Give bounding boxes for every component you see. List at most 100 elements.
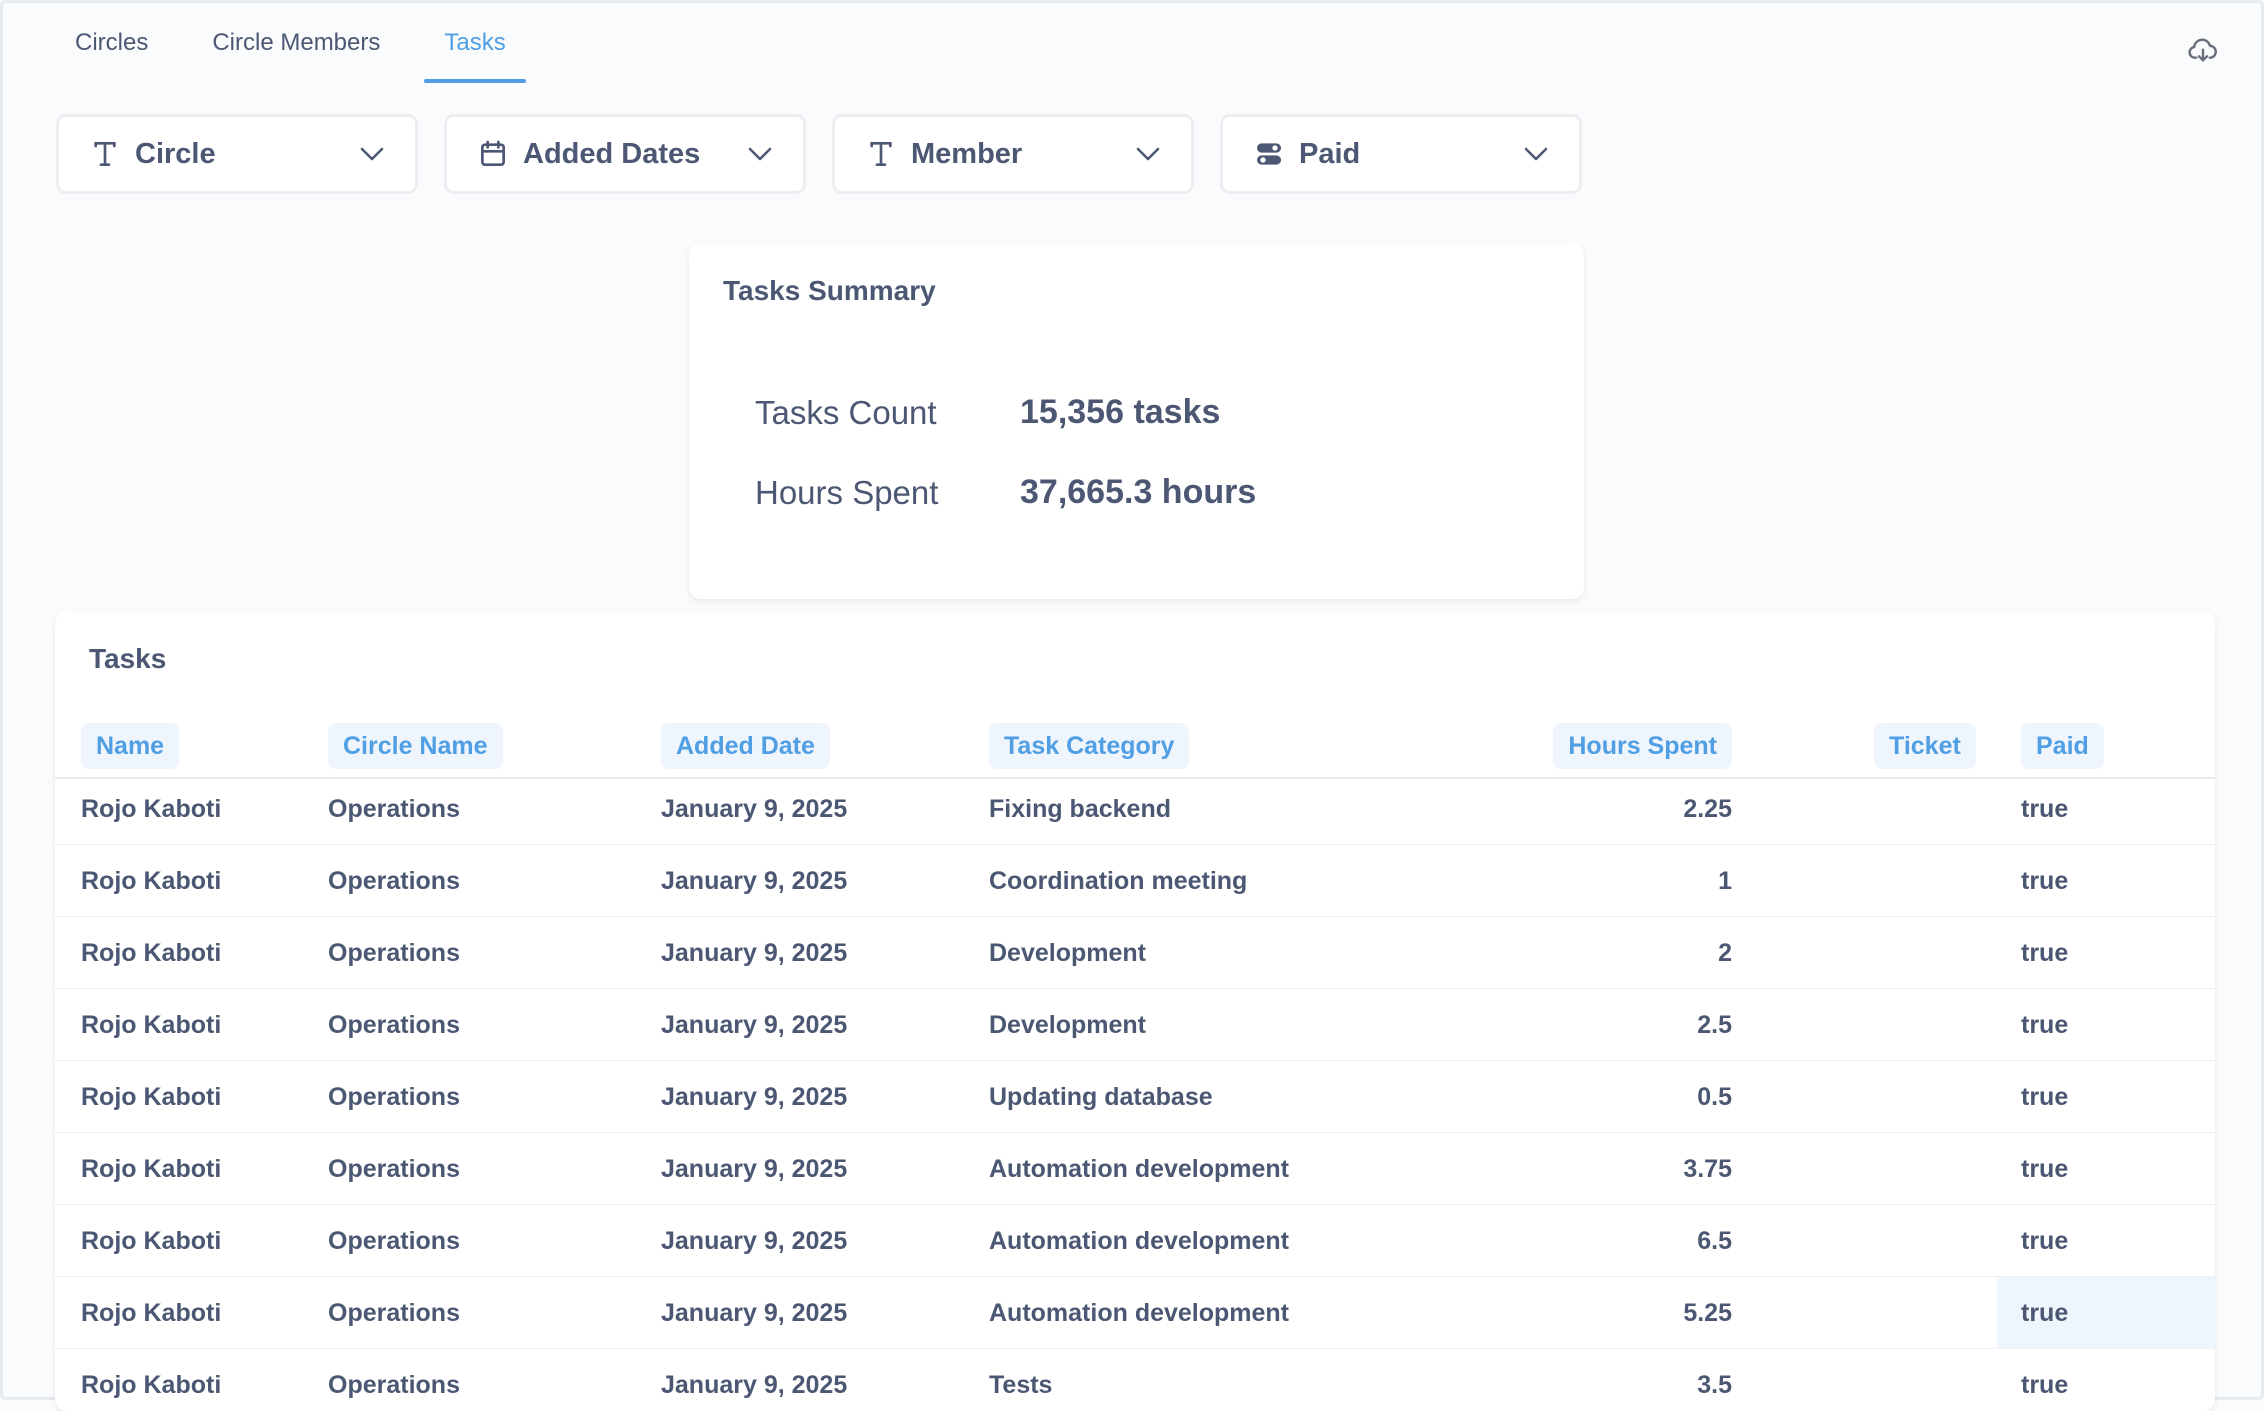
cell-added-date: January 9, 2025: [661, 1010, 848, 1039]
text-type-icon: [89, 138, 121, 170]
summary-title: Tasks Summary: [723, 275, 936, 306]
column-header-circle-name[interactable]: Circle Name: [328, 723, 503, 769]
table-title: Tasks: [89, 643, 167, 674]
cell-task-category: Automation development: [989, 1154, 1290, 1183]
summary-label: Tasks Count: [755, 393, 937, 431]
chevron-down-icon: [1133, 139, 1163, 169]
cell-hours-spent: 3.75: [1683, 1154, 1732, 1183]
filter-member-label: Member: [911, 137, 1023, 170]
tab-bar: Circles Circle Members Tasks: [55, 3, 550, 83]
cell-task-category: Automation development: [989, 1226, 1290, 1255]
cell-added-date: January 9, 2025: [661, 1370, 848, 1399]
cell-paid: true: [2021, 1370, 2069, 1399]
cell-hours-spent: 2.5: [1697, 1010, 1732, 1039]
column-header-hours-spent[interactable]: Hours Spent: [1553, 723, 1732, 769]
cell-name: Rojo Kaboti: [81, 794, 222, 823]
cell-added-date: January 9, 2025: [661, 938, 848, 967]
dashboard-frame: Circles Circle Members Tasks Circle Adde…: [0, 0, 2264, 1411]
tasks-table-card: Tasks Name Circle Name Added Date Task Cate…: [55, 611, 2215, 1411]
chevron-down-icon: [1521, 139, 1551, 169]
cell-circle-name: Operations: [328, 1154, 460, 1183]
cell-task-category: Development: [989, 938, 1146, 967]
cell-circle-name: Operations: [328, 1298, 460, 1327]
cell-paid: true: [2021, 1226, 2069, 1255]
cell-task-category: Automation development: [989, 1298, 1290, 1327]
column-header-paid[interactable]: Paid: [2021, 723, 2104, 769]
cell-hours-spent: 3.5: [1697, 1370, 1732, 1399]
filter-added-dates-label: Added Dates: [523, 137, 701, 170]
cell-paid: true: [2021, 1154, 2069, 1183]
text-type-icon: [865, 138, 897, 170]
summary-label: Hours Spent: [755, 473, 939, 511]
cell-task-category: Fixing backend: [989, 794, 1171, 823]
cell-added-date: January 9, 2025: [661, 1298, 848, 1327]
filter-member[interactable]: Member: [832, 114, 1194, 194]
cell-hours-spent: 2: [1718, 938, 1732, 967]
tab-tasks[interactable]: Tasks: [424, 3, 527, 83]
cell-task-category: Coordination meeting: [989, 866, 1248, 895]
column-header-task-category[interactable]: Task Category: [989, 723, 1190, 769]
cell-name: Rojo Kaboti: [81, 1082, 222, 1111]
cell-paid: true: [1997, 1277, 2215, 1349]
cell-name: Rojo Kaboti: [81, 1298, 222, 1327]
toggle-icon: [1253, 138, 1285, 170]
cloud-download-icon[interactable]: [2187, 35, 2219, 67]
table-row[interactable]: Rojo Kaboti Operations January 9, 2025 Test…: [55, 1349, 2215, 1411]
cell-hours-spent: 2.25: [1683, 794, 1732, 823]
chevron-down-icon: [745, 139, 775, 169]
cell-paid: true: [2021, 938, 2069, 967]
cell-added-date: January 9, 2025: [661, 794, 848, 823]
cell-added-date: January 9, 2025: [661, 1154, 848, 1183]
table-row[interactable]: Rojo Kaboti Operations January 9, 2025 Coor…: [55, 845, 2215, 917]
cell-circle-name: Operations: [328, 1082, 460, 1111]
summary-value: 37,665.3 hours: [1020, 473, 1257, 511]
cell-circle-name: Operations: [328, 938, 460, 967]
cell-circle-name: Operations: [328, 794, 460, 823]
cell-added-date: January 9, 2025: [661, 1082, 848, 1111]
table-row[interactable]: Rojo Kaboti Operations January 9, 2025 Auto…: [55, 1205, 2215, 1277]
filter-paid[interactable]: Paid: [1220, 114, 1582, 194]
cell-paid: true: [2021, 794, 2069, 823]
cell-name: Rojo Kaboti: [81, 1370, 222, 1399]
cell-hours-spent: 6.5: [1697, 1226, 1732, 1255]
summary-value: 15,356 tasks: [1020, 393, 1221, 431]
cell-task-category: Tests: [989, 1370, 1053, 1399]
table-header: Name Circle Name Added Date Task Category Ho…: [55, 715, 2215, 779]
column-header-ticket[interactable]: Ticket: [1874, 723, 1976, 769]
cell-task-category: Updating database: [989, 1082, 1213, 1111]
cell-paid: true: [2021, 1082, 2069, 1111]
cell-name: Rojo Kaboti: [81, 1010, 222, 1039]
filter-paid-label: Paid: [1299, 137, 1361, 170]
chevron-down-icon: [357, 139, 387, 169]
table-row[interactable]: Rojo Kaboti Operations January 9, 2025 Auto…: [55, 1277, 2215, 1349]
filter-added-dates[interactable]: Added Dates: [444, 114, 806, 194]
column-header-name[interactable]: Name: [81, 723, 180, 769]
table-row[interactable]: Rojo Kaboti Operations January 9, 2025 Deve…: [55, 989, 2215, 1061]
cell-circle-name: Operations: [328, 1010, 460, 1039]
table-row[interactable]: Rojo Kaboti Operations January 9, 2025 Deve…: [55, 917, 2215, 989]
cell-circle-name: Operations: [328, 1226, 460, 1255]
cell-circle-name: Operations: [328, 866, 460, 895]
cell-hours-spent: 5.25: [1683, 1298, 1732, 1327]
summary-row-hours-spent: Hours Spent 37,665.3 hours: [755, 473, 1256, 512]
cell-name: Rojo Kaboti: [81, 1154, 222, 1183]
cell-paid: true: [2021, 866, 2069, 895]
cell-name: Rojo Kaboti: [81, 1226, 222, 1255]
column-header-added-date[interactable]: Added Date: [661, 723, 830, 769]
calendar-icon: [477, 138, 509, 170]
tab-circles[interactable]: Circles: [55, 3, 168, 83]
filter-circle[interactable]: Circle: [56, 114, 418, 194]
filter-circle-label: Circle: [135, 137, 216, 170]
cell-added-date: January 9, 2025: [661, 866, 848, 895]
cell-added-date: January 9, 2025: [661, 1226, 848, 1255]
cell-name: Rojo Kaboti: [81, 866, 222, 895]
summary-row-tasks-count: Tasks Count 15,356 tasks: [755, 393, 1220, 432]
cell-hours-spent: 1: [1718, 866, 1732, 895]
table-row[interactable]: Rojo Kaboti Operations January 9, 2025 Auto…: [55, 1133, 2215, 1205]
table-row[interactable]: Rojo Kaboti Operations January 9, 2025 Fixi…: [55, 773, 2215, 845]
tab-circle-members[interactable]: Circle Members: [192, 3, 400, 83]
cell-circle-name: Operations: [328, 1370, 460, 1399]
cell-paid: true: [2021, 1010, 2069, 1039]
table-row[interactable]: Rojo Kaboti Operations January 9, 2025 Upda…: [55, 1061, 2215, 1133]
cell-task-category: Development: [989, 1010, 1146, 1039]
